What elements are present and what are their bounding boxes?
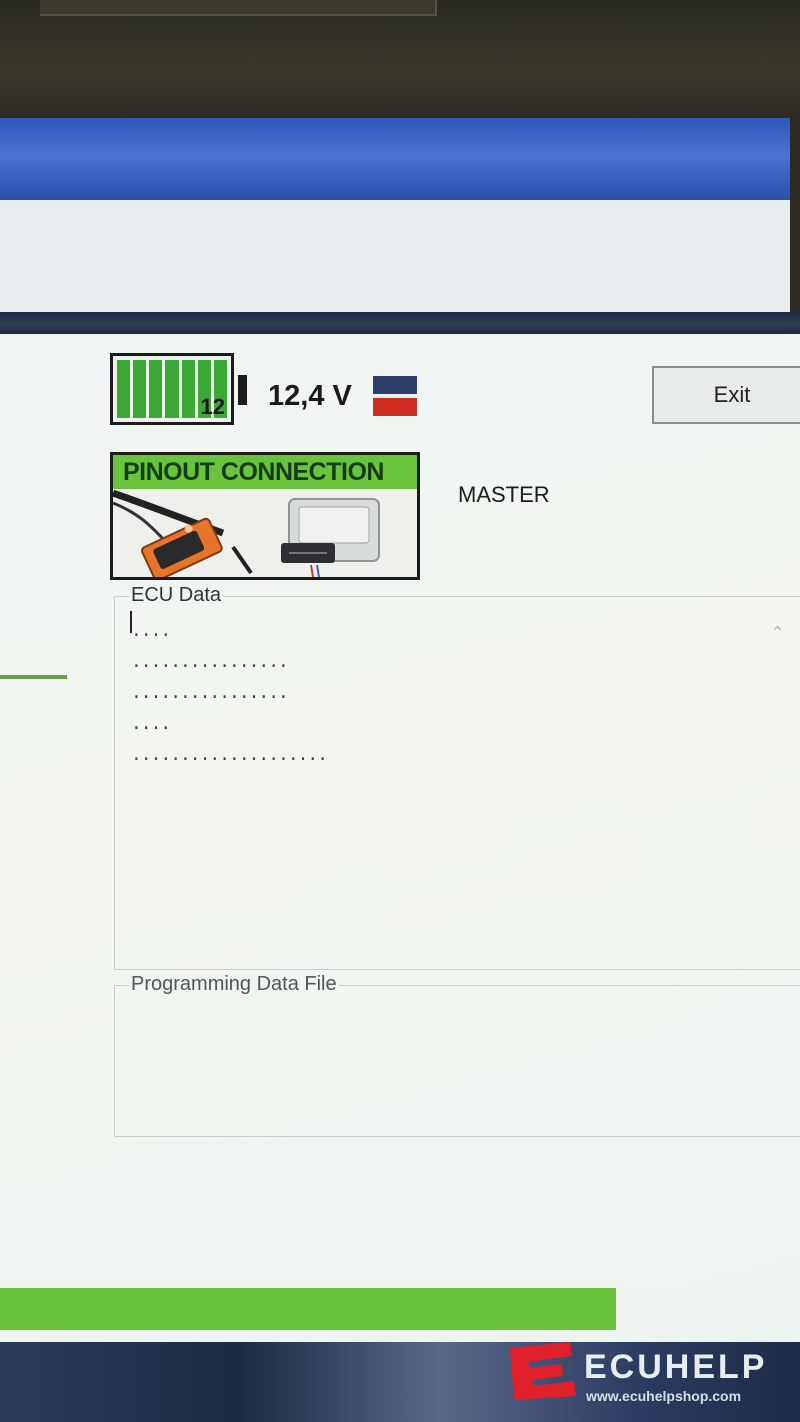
battery-cell [133, 360, 147, 418]
ecu-data-text-area[interactable]: .... ................ ................ .… [131, 617, 328, 772]
ecu-data-line: .... [131, 622, 171, 642]
ecu-data-legend: ECU Data [129, 584, 224, 607]
pinout-connection-panel: PINOUT CONNECTION [110, 452, 420, 580]
scroll-up-icon[interactable]: ⌃ [770, 623, 785, 644]
progress-bar-fill [0, 1288, 616, 1330]
pinout-header: PINOUT CONNECTION [113, 455, 417, 489]
ecu-data-line: ................ [131, 684, 289, 704]
pinout-illustration [113, 489, 417, 577]
programming-data-file-group: Programming Data File [114, 973, 800, 1137]
watermark-brand: ECUHELP [584, 1348, 768, 1386]
battery-terminal [238, 375, 247, 405]
ecu-data-group: ECU Data .... ................ .........… [114, 584, 800, 970]
watermark-site: www.ecuhelpshop.com [586, 1388, 742, 1404]
panel-separator [0, 312, 800, 334]
mode-label: MASTER [458, 482, 550, 507]
ecu-data-line: .... [131, 715, 171, 735]
ecuhelp-logo-icon [510, 1342, 576, 1400]
monitor-bezel-edge [40, 0, 437, 16]
ecu-data-line: .................... [131, 746, 328, 766]
battery-cell [165, 360, 179, 418]
voltage-readout: 12,4 V [268, 380, 352, 412]
progress-bar [0, 1288, 800, 1330]
ecu-data-line: ................ [131, 653, 289, 673]
battery-cell [149, 360, 163, 418]
ecuhelp-watermark: ECUHELP www.ecuhelpshop.com [500, 1336, 800, 1422]
battery-cell [181, 360, 195, 418]
exit-button[interactable]: Exit [652, 366, 800, 424]
monitor-bezel [0, 0, 800, 118]
left-status-line [0, 675, 67, 679]
window-title-bar [0, 118, 790, 200]
toolbar-area [0, 200, 790, 312]
battery-cell [117, 360, 131, 418]
battery-number: 12 [200, 394, 225, 419]
battery-indicator: 12 [110, 353, 234, 425]
connection-flag-icon [373, 376, 417, 416]
programming-data-file-legend: Programming Data File [129, 973, 339, 996]
